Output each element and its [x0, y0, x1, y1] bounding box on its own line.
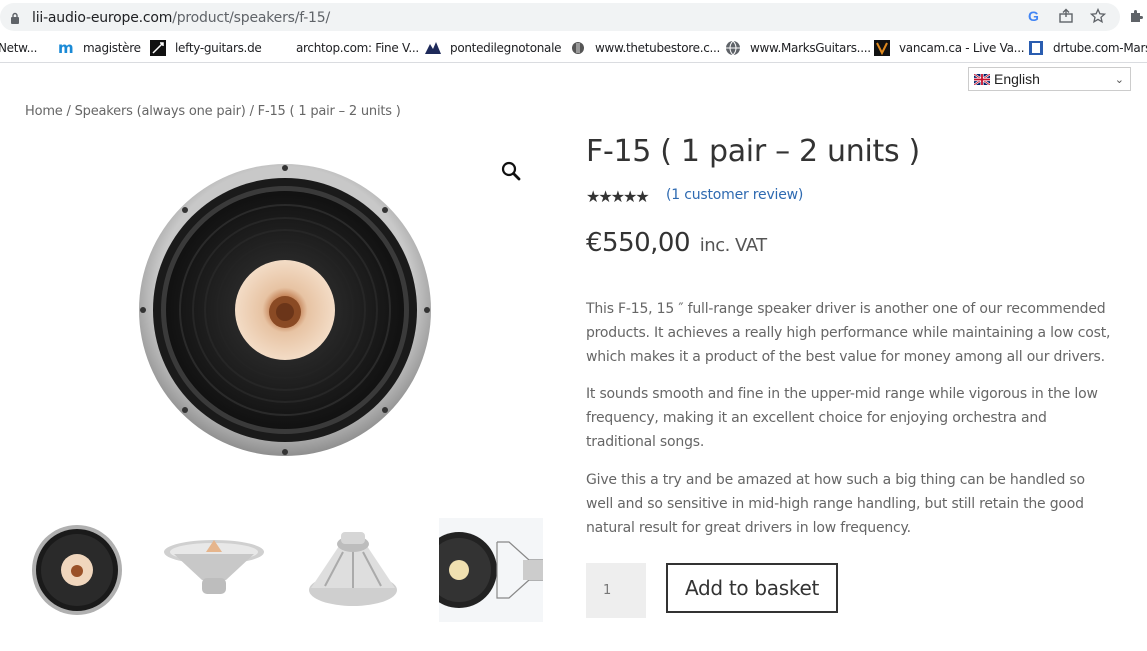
- svg-text:G: G: [1028, 8, 1039, 24]
- url-path: /product/speakers/f-15/: [172, 10, 330, 26]
- bookmark-star-icon[interactable]: [1089, 7, 1107, 25]
- bookmark-item[interactable]: archtop.com: Fine V...: [296, 39, 419, 57]
- bookmark-label: archtop.com: Fine V...: [296, 41, 419, 55]
- bookmark-label: www.thetubestore.c...: [595, 41, 721, 55]
- add-to-basket-button[interactable]: Add to basket: [666, 563, 838, 613]
- product-price: €550,00 inc. VAT: [586, 228, 767, 258]
- bookmark-label: magistère: [83, 41, 141, 55]
- product-thumbnail-front[interactable]: [25, 518, 129, 622]
- address-bar: lii-audio-europe.com/product/speakers/f-…: [0, 0, 1147, 34]
- vancam-v-icon: [874, 40, 890, 56]
- description-paragraph: This F-15, 15 ″ full-range speaker drive…: [586, 301, 1111, 365]
- language-label: English: [994, 71, 1040, 87]
- lock-icon: [11, 12, 19, 24]
- bookmark-label: Netw...: [0, 41, 38, 55]
- lefty-guitars-icon: [150, 40, 166, 56]
- share-icon[interactable]: [1057, 7, 1075, 25]
- uk-flag-icon: [974, 73, 990, 85]
- bookmark-item[interactable]: m magistère: [58, 39, 141, 57]
- url-field[interactable]: lii-audio-europe.com/product/speakers/f-…: [0, 3, 1120, 31]
- quantity-input[interactable]: [586, 563, 646, 618]
- bookmark-item[interactable]: Netw...: [0, 39, 37, 57]
- rating-stars: ★★★★★: [586, 187, 650, 206]
- bookmark-item[interactable]: lefty-guitars.de: [150, 39, 262, 57]
- chevron-down-icon: ⌄: [1114, 74, 1124, 86]
- product-main-image[interactable]: [130, 160, 440, 460]
- description-paragraph: Give this a try and be amazed at how suc…: [586, 472, 1085, 536]
- bookmark-label: lefty-guitars.de: [175, 41, 262, 55]
- bookmark-label: drtube.com-Marsh: [1053, 41, 1147, 55]
- bookmark-label: pontedilegnotonale: [450, 41, 562, 55]
- google-translate-icon[interactable]: G: [1025, 7, 1043, 25]
- price-suffix: inc. VAT: [699, 235, 767, 256]
- customer-review-link[interactable]: (1 customer review): [666, 187, 803, 203]
- description-paragraph: It sounds smooth and fine in the upper-m…: [586, 386, 1098, 450]
- globe-icon: [725, 40, 741, 56]
- product-thumbnail-diagram[interactable]: [439, 518, 543, 622]
- product-thumbnail-side[interactable]: [162, 518, 266, 622]
- bookmark-label: www.MarksGuitars....: [750, 41, 871, 55]
- m-logo-icon: m: [58, 40, 74, 56]
- extensions-puzzle-icon[interactable]: [1127, 7, 1145, 25]
- url-domain: lii-audio-europe.com: [32, 10, 173, 26]
- bookmark-item[interactable]: vancam.ca - Live Va...: [874, 39, 1025, 57]
- language-select[interactable]: English ⌄: [968, 67, 1131, 91]
- star-rating-icon: ★★★★★: [586, 189, 650, 206]
- breadcrumb[interactable]: Home / Speakers (always one pair) / F-15…: [25, 104, 401, 119]
- bookmarks-bar: Netw... m magistère lefty-guitars.de arc…: [0, 34, 1147, 63]
- bookmark-item[interactable]: www.thetubestore.c...: [570, 39, 720, 57]
- product-title: F-15 ( 1 pair – 2 units ): [586, 134, 920, 169]
- bookmark-item[interactable]: pontedilegnotonale: [425, 39, 562, 57]
- product-thumbnail-back[interactable]: [301, 518, 405, 622]
- tubestore-icon: [570, 40, 586, 56]
- bookmark-item[interactable]: drtube.com-Marsh: [1028, 39, 1147, 57]
- price-amount: €550,00: [586, 228, 691, 258]
- drtube-icon: [1028, 40, 1044, 56]
- bookmark-item[interactable]: www.MarksGuitars....: [725, 39, 871, 57]
- bookmark-label: vancam.ca - Live Va...: [899, 41, 1025, 55]
- zoom-search-icon[interactable]: [500, 160, 522, 182]
- svg-text:m: m: [58, 41, 73, 55]
- mountain-icon: [425, 40, 441, 56]
- url-text: lii-audio-europe.com/product/speakers/f-…: [32, 10, 330, 26]
